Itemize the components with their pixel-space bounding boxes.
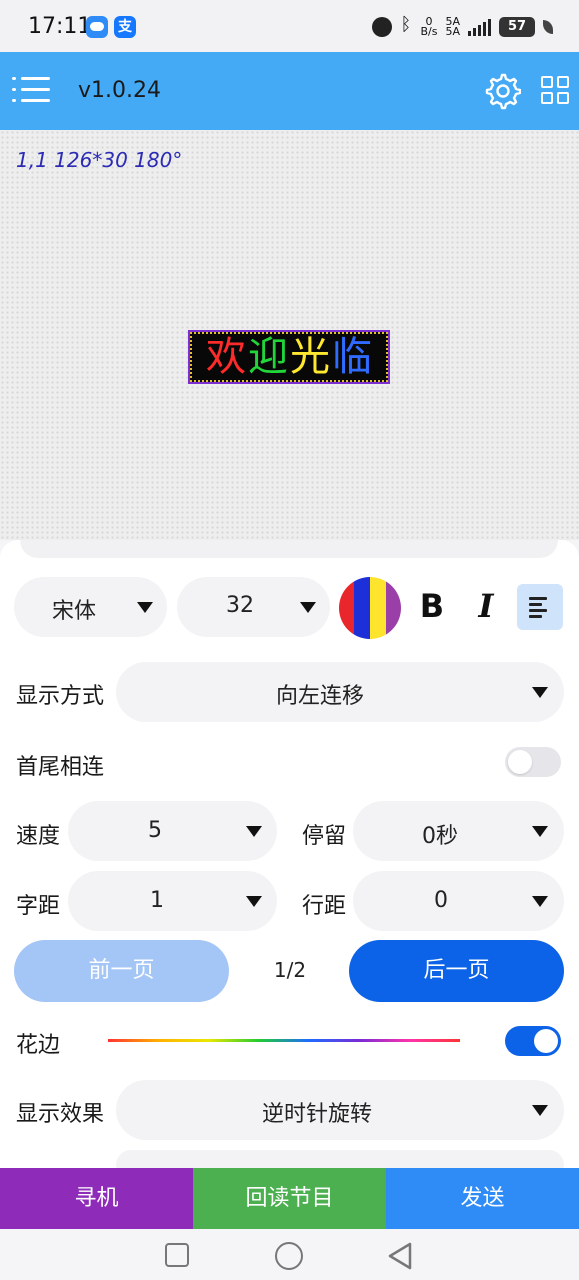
italic-button[interactable]: I	[472, 584, 500, 628]
status-icons: 0 B/s 5A 5A 57	[372, 14, 553, 40]
speed-value: 5	[148, 818, 162, 843]
led-char: 光	[290, 334, 330, 380]
leaf-icon	[543, 20, 553, 34]
led-preview-area[interactable]: 1,1 126*30 180° 欢 迎 光 临	[0, 130, 579, 540]
border-preview-line	[108, 1039, 460, 1042]
recents-icon[interactable]	[165, 1243, 189, 1267]
chevron-down-icon	[532, 1105, 548, 1116]
line-spacing-label: 行距	[302, 894, 347, 919]
loop-label: 首尾相连	[16, 755, 105, 780]
font-select-value: 宋体	[52, 599, 97, 624]
align-left-button[interactable]	[517, 584, 563, 630]
gear-icon[interactable]	[483, 72, 521, 110]
char-spacing-label: 字距	[16, 894, 61, 919]
stay-value: 0秒	[422, 824, 458, 849]
text-input-strip[interactable]	[20, 540, 558, 558]
chevron-down-icon	[137, 602, 153, 613]
led-char: 欢	[206, 334, 246, 380]
chevron-down-icon	[246, 826, 262, 837]
led-char: 临	[332, 334, 372, 380]
display-effect-label: 显示效果	[16, 1102, 105, 1127]
page-indicator: 1/2	[273, 958, 307, 982]
status-time: 17:11	[28, 14, 92, 39]
alarm-icon	[372, 17, 393, 37]
system-nav-bar	[0, 1229, 579, 1280]
screen-info: 1,1 126*30 180°	[16, 148, 183, 172]
border-toggle[interactable]	[505, 1026, 561, 1056]
chevron-down-icon	[532, 687, 548, 698]
status-bar: 17:11 支 0 B/s 5A 5A 57	[0, 0, 579, 52]
speed-label: 速度	[16, 824, 61, 849]
loop-toggle[interactable]	[505, 747, 561, 777]
app-version: v1.0.24	[78, 78, 161, 103]
display-effect-value: 逆时针旋转	[262, 1102, 373, 1127]
toggle-knob	[534, 1029, 558, 1053]
border-label: 花边	[16, 1033, 61, 1058]
layout-grid-icon[interactable]	[541, 76, 571, 106]
search-device-button[interactable]: 寻机	[0, 1168, 193, 1229]
line-spacing-value: 0	[434, 888, 448, 913]
char-spacing-value: 1	[150, 888, 164, 913]
display-mode-label: 显示方式	[16, 684, 105, 709]
chevron-down-icon	[300, 602, 316, 613]
toggle-knob	[508, 750, 532, 774]
font-size-value: 32	[226, 593, 254, 618]
signal-label-2: 5A	[445, 25, 460, 38]
led-char: 迎	[248, 334, 288, 380]
read-back-button[interactable]: 回读节目	[193, 1168, 386, 1229]
bluetooth-icon	[400, 14, 412, 37]
chevron-down-icon	[246, 896, 262, 907]
send-button[interactable]: 发送	[386, 1168, 579, 1229]
home-icon[interactable]	[275, 1242, 303, 1270]
next-page-button[interactable]: 后一页	[349, 940, 564, 1002]
screen: 17:11 支 0 B/s 5A 5A 57 v1.	[0, 0, 579, 1280]
weather-app-icon	[86, 16, 108, 38]
led-text-box[interactable]: 欢 迎 光 临	[188, 330, 390, 384]
bold-button[interactable]: B	[418, 584, 446, 628]
signal-icon	[468, 18, 491, 36]
signal-labels: 5A 5A	[445, 16, 460, 38]
alipay-app-icon: 支	[114, 16, 136, 38]
chevron-down-icon	[532, 896, 548, 907]
text-color-picker[interactable]	[339, 577, 401, 639]
display-mode-value: 向左连移	[276, 684, 365, 709]
bottom-action-bar: 寻机 回读节目 发送	[0, 1168, 579, 1229]
top-app-bar: v1.0.24	[0, 52, 579, 130]
net-speed-unit: B/s	[420, 25, 438, 38]
battery-icon: 57	[499, 17, 535, 37]
menu-icon[interactable]	[12, 74, 52, 106]
back-icon[interactable]	[386, 1241, 414, 1271]
net-speed: 0 B/s	[420, 16, 438, 38]
prev-page-button[interactable]: 前一页	[14, 940, 229, 1002]
chevron-down-icon	[532, 826, 548, 837]
stay-label: 停留	[302, 824, 347, 849]
